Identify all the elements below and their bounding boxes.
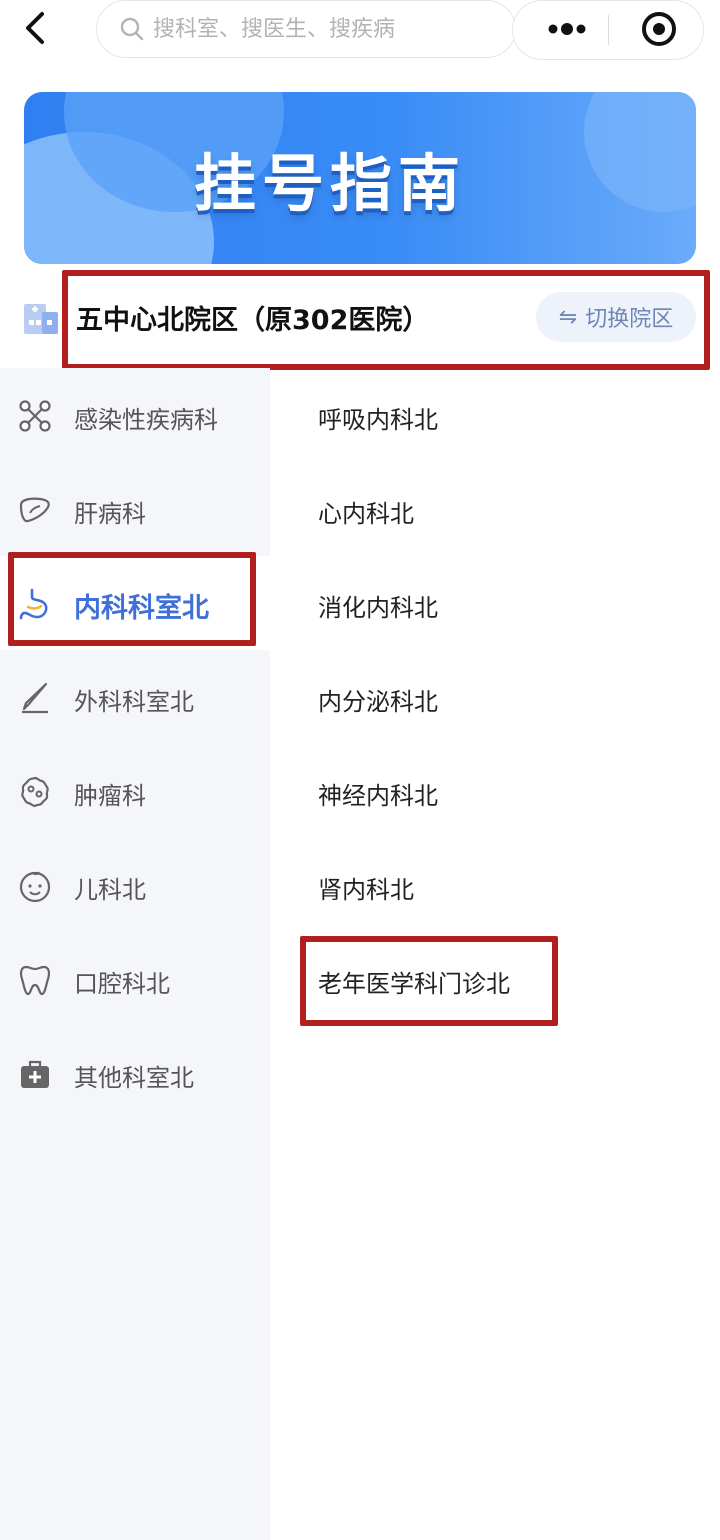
sidebar-item-other[interactable]: 其他科室北 (0, 1026, 270, 1120)
banner-title: 挂号指南 (193, 147, 466, 220)
hospital-building-icon (24, 304, 58, 334)
close-button[interactable] (623, 1, 703, 59)
molecule-icon (19, 400, 51, 432)
scalpel-icon (22, 682, 48, 714)
sidebar-item-label: 肿瘤科 (74, 782, 146, 810)
sidebar-item-label: 儿科北 (74, 876, 146, 904)
hospital-name: 五中心北院区（原302医院） (76, 305, 430, 336)
cell-icon (21, 776, 49, 808)
tooth-icon (19, 965, 51, 996)
department-item-geriatrics[interactable]: 老年医学科门诊北 (318, 964, 510, 999)
registration-page: 挂号指南 五中心北院区（原302医院） ⇋ 切换院区 (0, 0, 720, 1540)
sidebar-item-pediatrics[interactable]: 儿科北 (0, 838, 270, 932)
department-sidebar: 感染性疾病科 肝病科 内科科室北 外科科室北 肿瘤科 儿科北 口腔科北 其他科室… (0, 368, 270, 1540)
sidebar-item-label: 感染性疾病科 (74, 406, 218, 434)
stomach-icon (19, 588, 48, 620)
target-icon (642, 12, 676, 46)
department-item-neurology[interactable]: 神经内科北 (318, 776, 438, 811)
sidebar-item-surgery[interactable]: 外科科室北 (0, 650, 270, 744)
mini-program-capsule (512, 0, 704, 60)
switch-arrows-icon: ⇋ (558, 304, 578, 330)
top-bar (0, 0, 720, 60)
sidebar-item-infectious[interactable]: 感染性疾病科 (0, 368, 270, 462)
sidebar-item-label: 口腔科北 (74, 970, 170, 998)
baby-face-icon (19, 871, 51, 903)
sidebar-item-liver[interactable]: 肝病科 (0, 462, 270, 556)
switch-campus-button[interactable]: ⇋ 切换院区 (536, 292, 696, 342)
switch-campus-label: 切换院区 (585, 307, 674, 332)
medkit-icon (21, 1060, 49, 1088)
guide-banner[interactable]: 挂号指南 (24, 92, 696, 264)
liver-icon (19, 497, 50, 523)
department-item-gastroenterology[interactable]: 消化内科北 (318, 588, 438, 623)
search-icon (120, 17, 144, 41)
department-item-endocrinology[interactable]: 内分泌科北 (318, 682, 438, 717)
sidebar-item-dental[interactable]: 口腔科北 (0, 932, 270, 1026)
sidebar-item-oncology[interactable]: 肿瘤科 (0, 744, 270, 838)
more-dots-icon (548, 23, 586, 35)
department-item-respiratory[interactable]: 呼吸内科北 (318, 400, 438, 435)
sidebar-item-label: 肝病科 (74, 500, 146, 528)
sidebar-item-label: 外科科室北 (74, 688, 194, 716)
sidebar-item-label: 内科科室北 (74, 593, 209, 624)
back-button[interactable] (16, 6, 56, 50)
sidebar-item-internal-medicine[interactable]: 内科科室北 (0, 556, 270, 650)
search-box[interactable] (96, 0, 516, 58)
department-item-cardiology[interactable]: 心内科北 (318, 494, 414, 529)
chevron-left-icon (26, 12, 44, 44)
more-button[interactable] (527, 1, 607, 59)
department-item-nephrology[interactable]: 肾内科北 (318, 870, 414, 905)
sidebar-item-label: 其他科室北 (74, 1064, 194, 1092)
search-input[interactable] (153, 16, 483, 42)
capsule-divider (608, 15, 609, 45)
hospital-campus-row: 五中心北院区（原302医院） ⇋ 切换院区 (0, 270, 720, 366)
